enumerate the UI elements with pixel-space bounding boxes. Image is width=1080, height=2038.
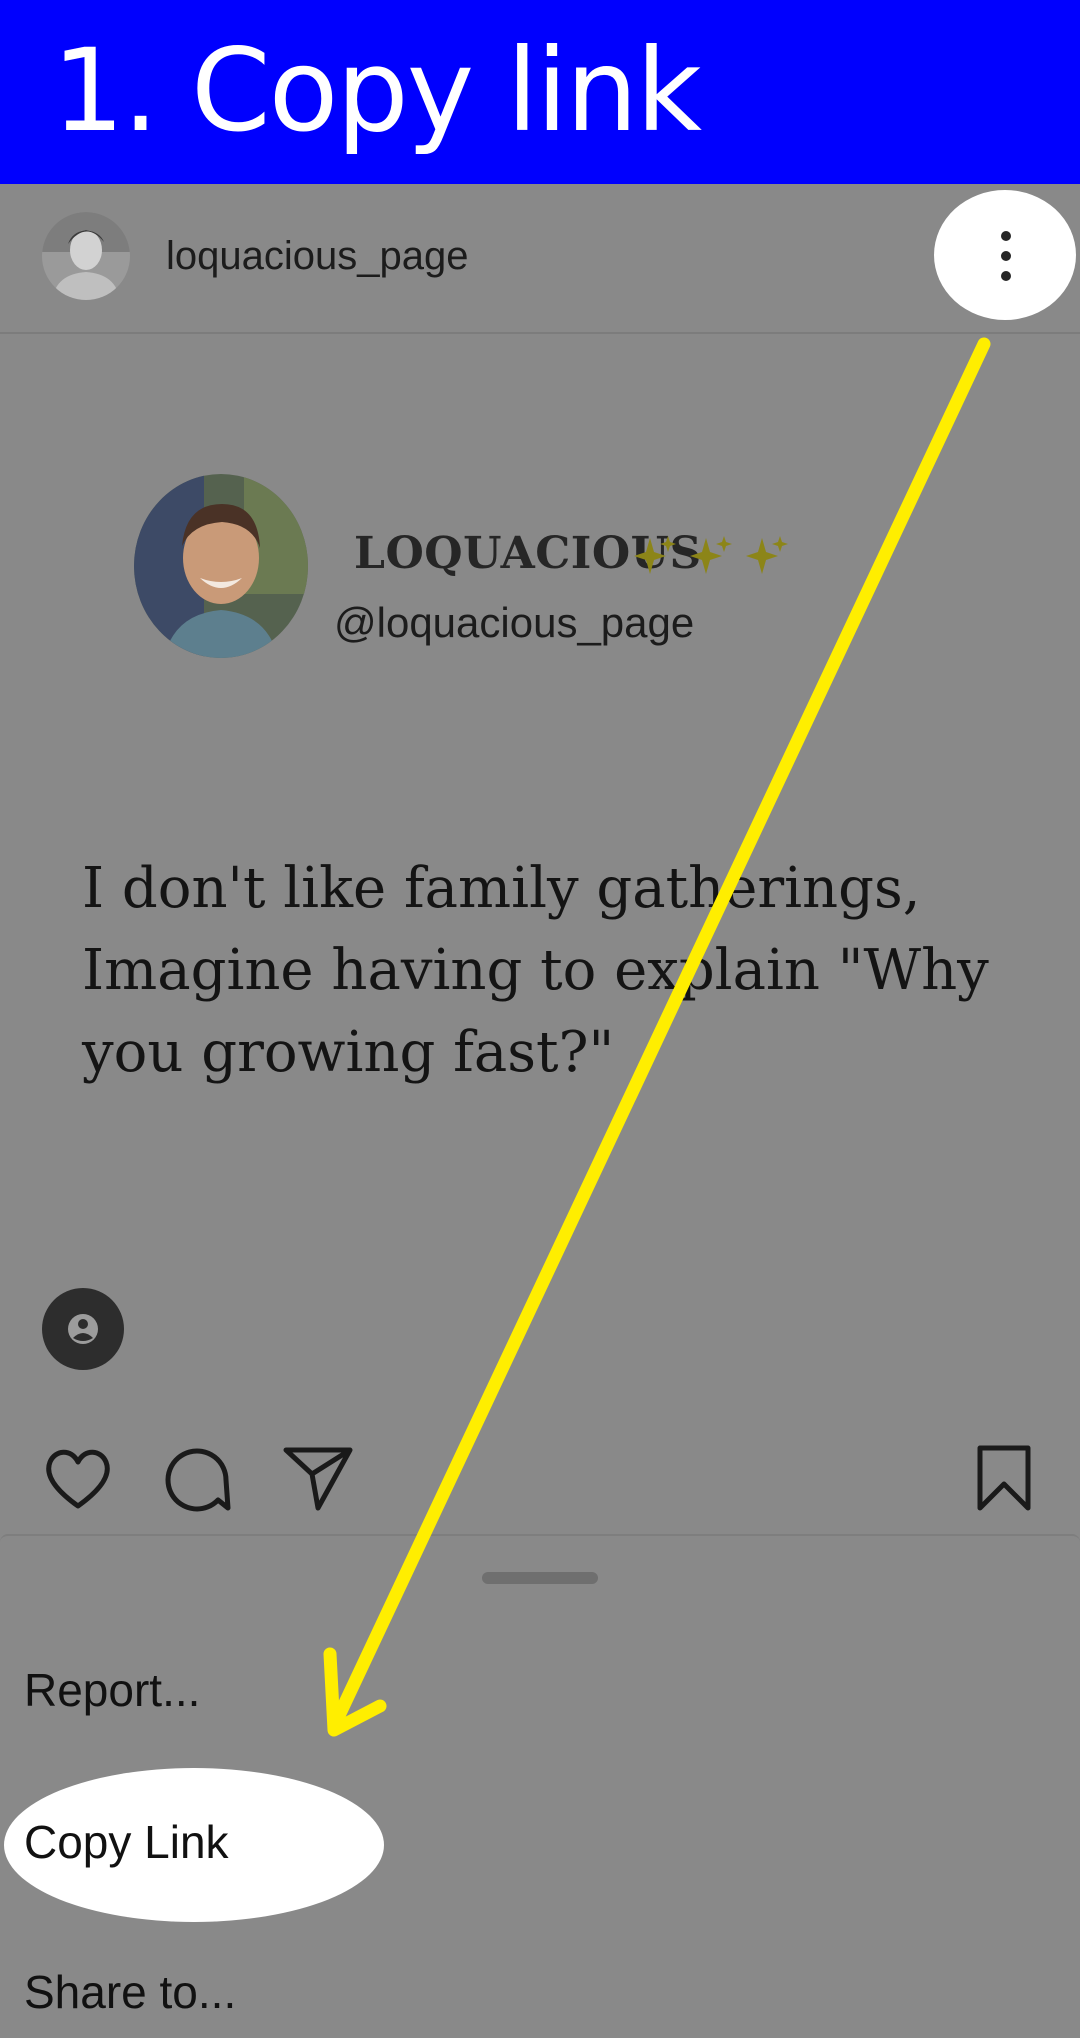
user-tag-icon	[68, 1314, 98, 1344]
bottom-sheet	[0, 1534, 1080, 1542]
user-tag-button[interactable]	[42, 1288, 124, 1370]
post-username[interactable]: loquacious_page	[166, 230, 468, 282]
post-handle: @loquacious_page	[334, 599, 695, 646]
menu-item-copy-link[interactable]: Copy Link	[24, 1814, 229, 1870]
sheet-drag-handle[interactable]	[482, 1572, 598, 1584]
quote-line: I don't like family gatherings,	[82, 856, 921, 921]
post-actions	[0, 1440, 1080, 1520]
post-header: loquacious_page	[0, 184, 1080, 332]
instruction-banner: 1. Copy link	[0, 0, 1080, 184]
quote-line: you growing fast?"	[82, 1020, 615, 1085]
heart-icon[interactable]	[40, 1440, 116, 1516]
avatar-photo-icon	[42, 212, 130, 300]
banner-title: 1. Copy link	[52, 24, 702, 157]
post-quote: I don't like family gatherings, Imagine …	[82, 848, 1042, 1094]
profile-photo-icon	[134, 474, 308, 658]
comment-icon[interactable]	[160, 1440, 236, 1516]
menu-item-report[interactable]: Report...	[24, 1662, 200, 1718]
header-divider	[0, 332, 1080, 334]
bookmark-icon[interactable]	[966, 1440, 1042, 1516]
menu-item-share-to[interactable]: Share to...	[24, 1964, 236, 2020]
avatar[interactable]	[42, 212, 130, 300]
profile-avatar	[134, 474, 308, 658]
more-vertical-icon[interactable]	[996, 230, 1016, 282]
sparkles-icon	[634, 536, 788, 574]
quote-line: Imagine having to explain "Why	[82, 938, 989, 1003]
send-icon[interactable]	[280, 1440, 356, 1516]
